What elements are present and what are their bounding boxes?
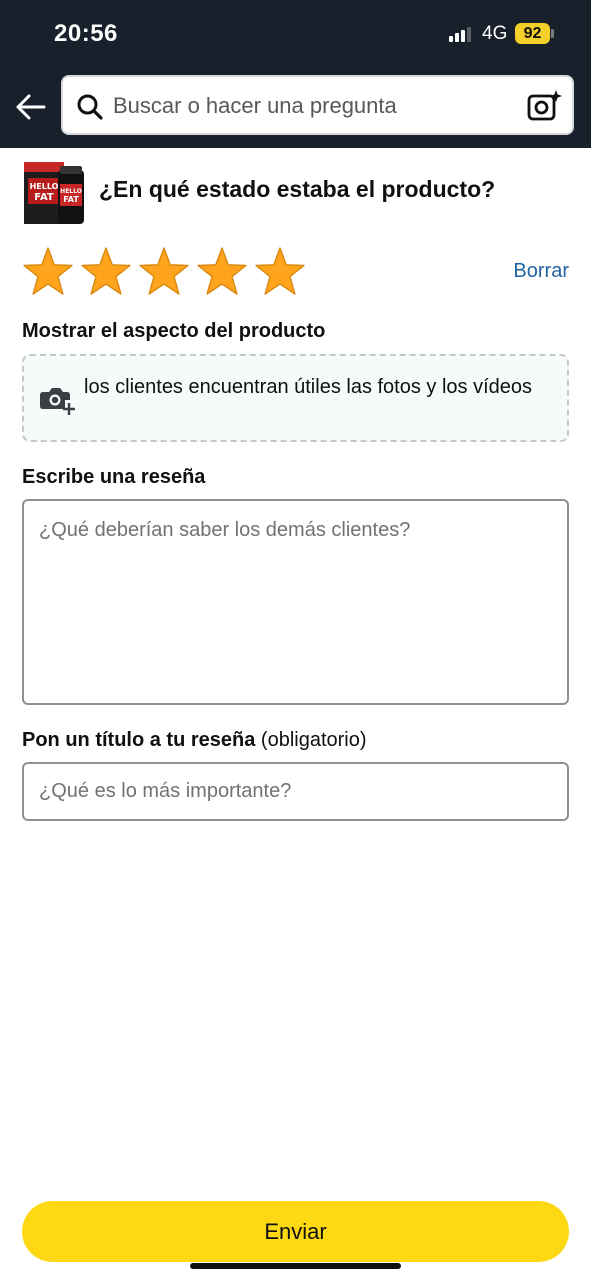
thumbnail-text-hello: HELLO [30,182,59,191]
search-bar[interactable] [61,75,574,135]
review-section-label: Escribe una reseña [22,466,206,488]
star-2-icon[interactable] [80,246,132,298]
search-icon[interactable] [76,93,104,121]
search-input[interactable] [113,85,513,127]
battery-icon [551,29,554,38]
battery-level: 92 [515,23,550,44]
clear-rating-link[interactable]: Borrar [513,260,569,283]
title-label-text: Pon un título a tu reseña [22,729,256,751]
thumbnail-text-fat: FAT [34,192,54,203]
star-1-icon[interactable] [22,246,74,298]
star-5-icon[interactable] [254,246,306,298]
cellular-signal-icon [449,26,473,42]
svg-text:HELLO: HELLO [60,188,82,195]
svg-text:FAT: FAT [63,195,79,204]
arrow-left-icon [16,94,46,120]
app-header: 20:56 4G 92 [0,0,591,148]
review-textarea[interactable] [22,499,569,705]
title-section-label: Pon un título a tu reseña (obligatorio) [22,729,367,752]
media-section-label: Mostrar el aspecto del producto [22,320,326,342]
camera-sparkle-icon[interactable] [527,89,563,123]
review-title-input[interactable] [22,762,569,821]
required-hint: (obligatorio) [260,729,367,751]
rating-question: ¿En qué estado estaba el producto? [99,176,496,202]
camera-plus-icon [40,388,75,415]
back-button[interactable] [14,90,48,124]
product-thumbnail: HELLO FAT HELLO FAT [22,158,88,226]
star-4-icon[interactable] [196,246,248,298]
add-photo-video-button[interactable]: los clientes encuentran útiles las fotos… [22,354,569,442]
home-indicator [190,1263,401,1269]
network-type: 4G [482,23,508,44]
star-3-icon[interactable] [138,246,190,298]
submit-button[interactable]: Enviar [22,1201,569,1262]
media-hint-text: los clientes encuentran útiles las fotos… [84,376,533,398]
status-time: 20:56 [54,20,118,47]
